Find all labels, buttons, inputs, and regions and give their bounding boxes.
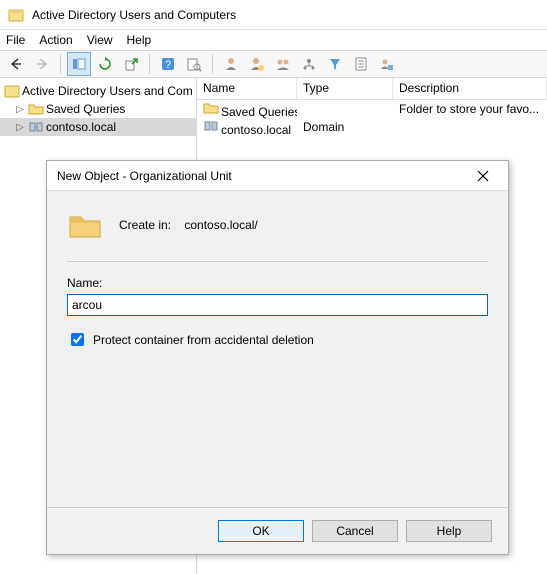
tree-root-label: Active Directory Users and Com: [22, 84, 193, 98]
list-body: Saved Queries Folder to store your favo.…: [197, 100, 547, 136]
name-input[interactable]: [67, 294, 488, 316]
close-button[interactable]: [468, 161, 498, 191]
user-icon[interactable]: [219, 52, 243, 76]
help-button[interactable]: ?: [156, 52, 180, 76]
col-description[interactable]: Description: [393, 78, 547, 99]
create-in-label: Create in:: [119, 218, 171, 232]
aduc-icon: [4, 83, 20, 99]
protect-checkbox[interactable]: [71, 333, 84, 346]
create-in-value: contoso.local/: [184, 218, 257, 232]
protect-label: Protect container from accidental deleti…: [93, 333, 314, 347]
folder-icon: [28, 101, 44, 117]
group-icon[interactable]: [271, 52, 295, 76]
toolbar: ?: [0, 50, 547, 78]
menu-help[interactable]: Help: [127, 33, 152, 47]
menu-view[interactable]: View: [87, 33, 113, 47]
back-button[interactable]: [4, 52, 28, 76]
menu-file[interactable]: File: [6, 33, 25, 47]
export-button[interactable]: [119, 52, 143, 76]
name-label: Name:: [67, 276, 488, 290]
menu-action[interactable]: Action: [39, 33, 72, 47]
cell-type: Domain: [297, 120, 393, 134]
dialog-titlebar: New Object - Organizational Unit: [47, 161, 508, 191]
forward-button[interactable]: [30, 52, 54, 76]
showhide-tree-button[interactable]: [67, 52, 91, 76]
props-button[interactable]: [349, 52, 373, 76]
help-button[interactable]: Help: [406, 520, 492, 542]
list-row[interactable]: Saved Queries Folder to store your favo.…: [197, 100, 547, 118]
aduc-icon: [8, 7, 24, 23]
dialog-body: Create in: contoso.local/ Name: Protect …: [47, 191, 508, 507]
col-type[interactable]: Type: [297, 78, 393, 99]
col-name[interactable]: Name: [197, 78, 297, 99]
expand-icon[interactable]: ▷: [14, 122, 26, 133]
ou-icon[interactable]: [297, 52, 321, 76]
divider: [67, 261, 488, 262]
misc-button[interactable]: [375, 52, 399, 76]
tree-saved-queries-label: Saved Queries: [46, 102, 125, 116]
ok-button[interactable]: OK: [218, 520, 304, 542]
menu-bar: File Action View Help: [0, 30, 547, 50]
ou-large-icon: [67, 207, 103, 243]
window-titlebar: Active Directory Users and Computers: [0, 0, 547, 30]
domain-icon: [203, 118, 219, 134]
svg-text:?: ?: [165, 59, 171, 71]
filter-button[interactable]: [323, 52, 347, 76]
cell-desc: Folder to store your favo...: [393, 102, 547, 116]
tree-root[interactable]: Active Directory Users and Com: [0, 82, 196, 100]
new-ou-dialog: New Object - Organizational Unit Create …: [46, 160, 509, 555]
domain-icon: [28, 119, 44, 135]
list-header: Name Type Description: [197, 78, 547, 100]
dialog-title: New Object - Organizational Unit: [57, 169, 232, 183]
tree-saved-queries[interactable]: ▷ Saved Queries: [0, 100, 196, 118]
tree-domain[interactable]: ▷ contoso.local: [0, 118, 196, 136]
expand-icon[interactable]: ▷: [14, 104, 26, 115]
folder-icon: [203, 100, 219, 116]
user-add-icon[interactable]: [245, 52, 269, 76]
refresh-button[interactable]: [93, 52, 117, 76]
list-row[interactable]: contoso.local Domain: [197, 118, 547, 136]
cell-name: Saved Queries: [221, 105, 297, 119]
find-button[interactable]: [182, 52, 206, 76]
window-title: Active Directory Users and Computers: [32, 8, 236, 22]
tree-domain-label: contoso.local: [46, 120, 116, 134]
cell-name: contoso.local: [221, 123, 291, 137]
cancel-button[interactable]: Cancel: [312, 520, 398, 542]
dialog-footer: OK Cancel Help: [47, 507, 508, 554]
